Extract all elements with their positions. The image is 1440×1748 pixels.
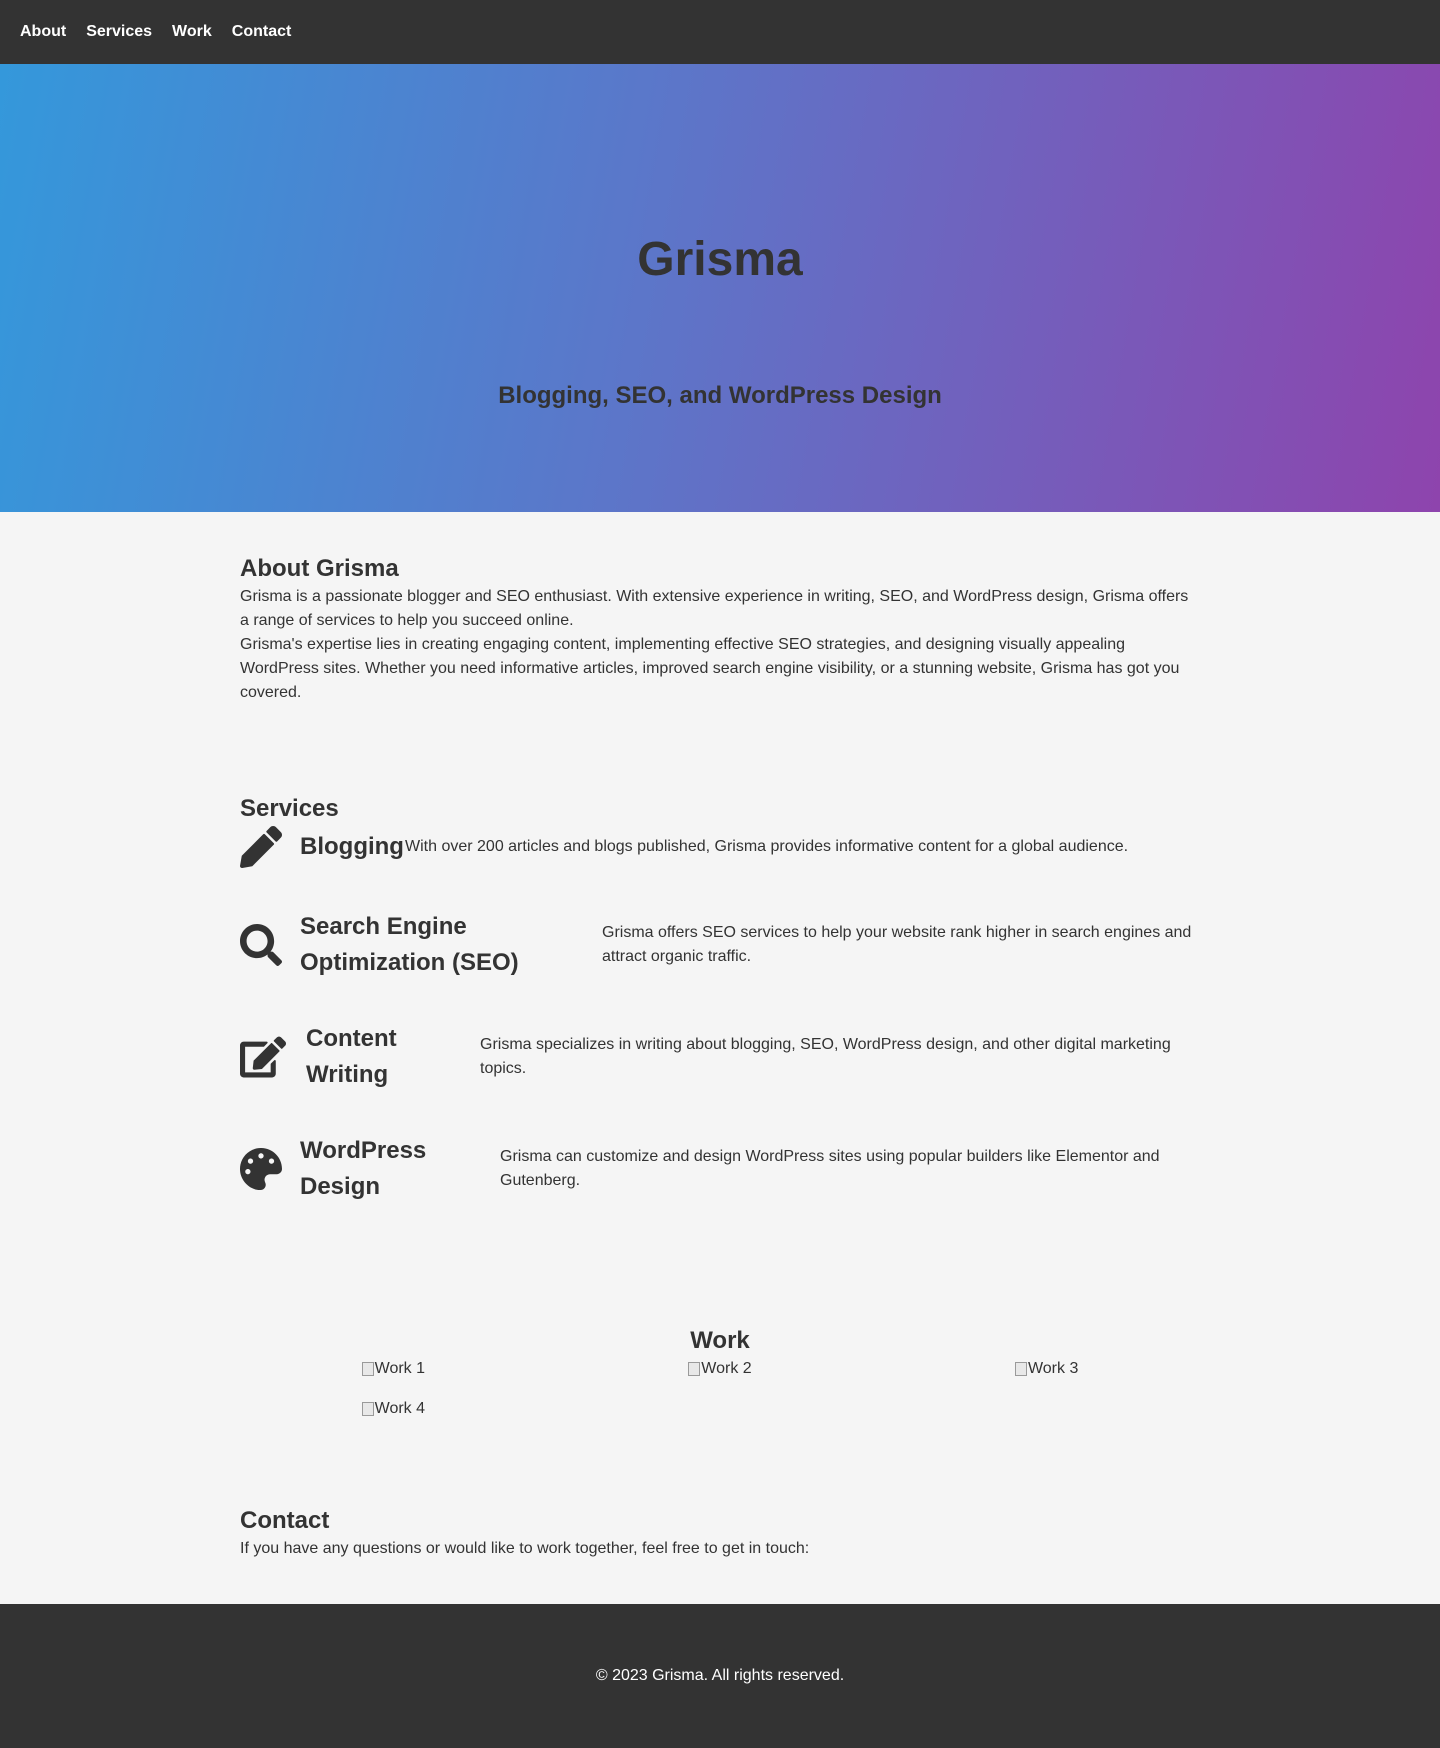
work-gallery: Work 1 Work 2 Work 3 Work 4: [230, 1359, 1210, 1419]
contact-heading: Contact: [240, 1507, 330, 1534]
nav-link-about[interactable]: About: [20, 22, 66, 42]
work-heading: Work: [690, 1327, 750, 1354]
edit-icon: [240, 1036, 286, 1078]
service-title: Content Writing: [306, 1025, 397, 1088]
broken-image-icon: [688, 1362, 701, 1376]
work-image-alt: Work 1: [374, 1360, 426, 1377]
service-description: Grisma specializes in writing about blog…: [480, 1036, 1171, 1077]
service-seo: Search Engine Optimization (SEO) Grisma …: [240, 909, 1200, 981]
contact-text: If you have any questions or would like …: [240, 1540, 810, 1557]
nav-link-contact[interactable]: Contact: [232, 22, 292, 42]
work-image-alt: Work 4: [374, 1400, 426, 1417]
service-description: With over 200 articles and blogs publish…: [405, 838, 1129, 855]
hero-banner: Grisma Blogging, SEO, and WordPress Desi…: [0, 64, 1440, 512]
work-image-alt: Work 2: [701, 1360, 752, 1377]
service-title: WordPress Design: [300, 1137, 427, 1200]
services-heading: Services: [240, 795, 339, 822]
about-section: About Grisma Grisma is a passionate blog…: [240, 512, 1200, 705]
work-image-3: Work 3: [883, 1359, 1210, 1379]
broken-image-icon: [361, 1402, 374, 1416]
hero-title: Grisma: [637, 233, 803, 286]
work-image-2: Work 2: [557, 1359, 884, 1379]
service-wordpress-design: WordPress Design Grisma can customize an…: [240, 1133, 1200, 1205]
nav-link-services[interactable]: Services: [86, 22, 152, 42]
work-section: Work Work 1 Work 2 Work 3 Work 4: [240, 1327, 1200, 1419]
work-image-alt: Work 3: [1027, 1360, 1079, 1377]
contact-section: Contact If you have any questions or wou…: [240, 1507, 1200, 1561]
page-footer: © 2023 Grisma. All rights reserved.: [0, 1604, 1440, 1748]
service-description: Grisma can customize and design WordPres…: [500, 1148, 1160, 1189]
service-description: Grisma offers SEO services to help your …: [602, 924, 1192, 965]
work-image-1: Work 1: [230, 1359, 557, 1379]
service-title: Search Engine Optimization (SEO): [300, 913, 519, 976]
about-paragraph-2: Grisma's expertise lies in creating enga…: [240, 636, 1180, 701]
about-heading: About Grisma: [240, 555, 399, 582]
hero-subtitle: Blogging, SEO, and WordPress Design: [498, 382, 942, 409]
broken-image-icon: [1014, 1362, 1027, 1376]
search-icon: [240, 924, 282, 966]
main-content: About Grisma Grisma is a passionate blog…: [240, 512, 1200, 1561]
about-paragraph-1: Grisma is a passionate blogger and SEO e…: [240, 588, 1189, 629]
broken-image-icon: [361, 1362, 374, 1376]
footer-copyright: © 2023 Grisma. All rights reserved.: [595, 1667, 845, 1684]
service-content-writing: Content Writing Grisma specializes in wr…: [240, 1021, 1200, 1093]
work-image-4: Work 4: [230, 1399, 557, 1419]
palette-icon: [240, 1148, 282, 1190]
service-title: Blogging: [300, 833, 404, 860]
pencil-icon: [240, 826, 282, 868]
service-blogging: Blogging With over 200 articles and blog…: [240, 825, 1200, 869]
nav-link-work[interactable]: Work: [172, 22, 212, 42]
top-nav: About Services Work Contact: [0, 0, 1440, 64]
services-section: Services Blogging With over 200 articles…: [240, 795, 1200, 1205]
